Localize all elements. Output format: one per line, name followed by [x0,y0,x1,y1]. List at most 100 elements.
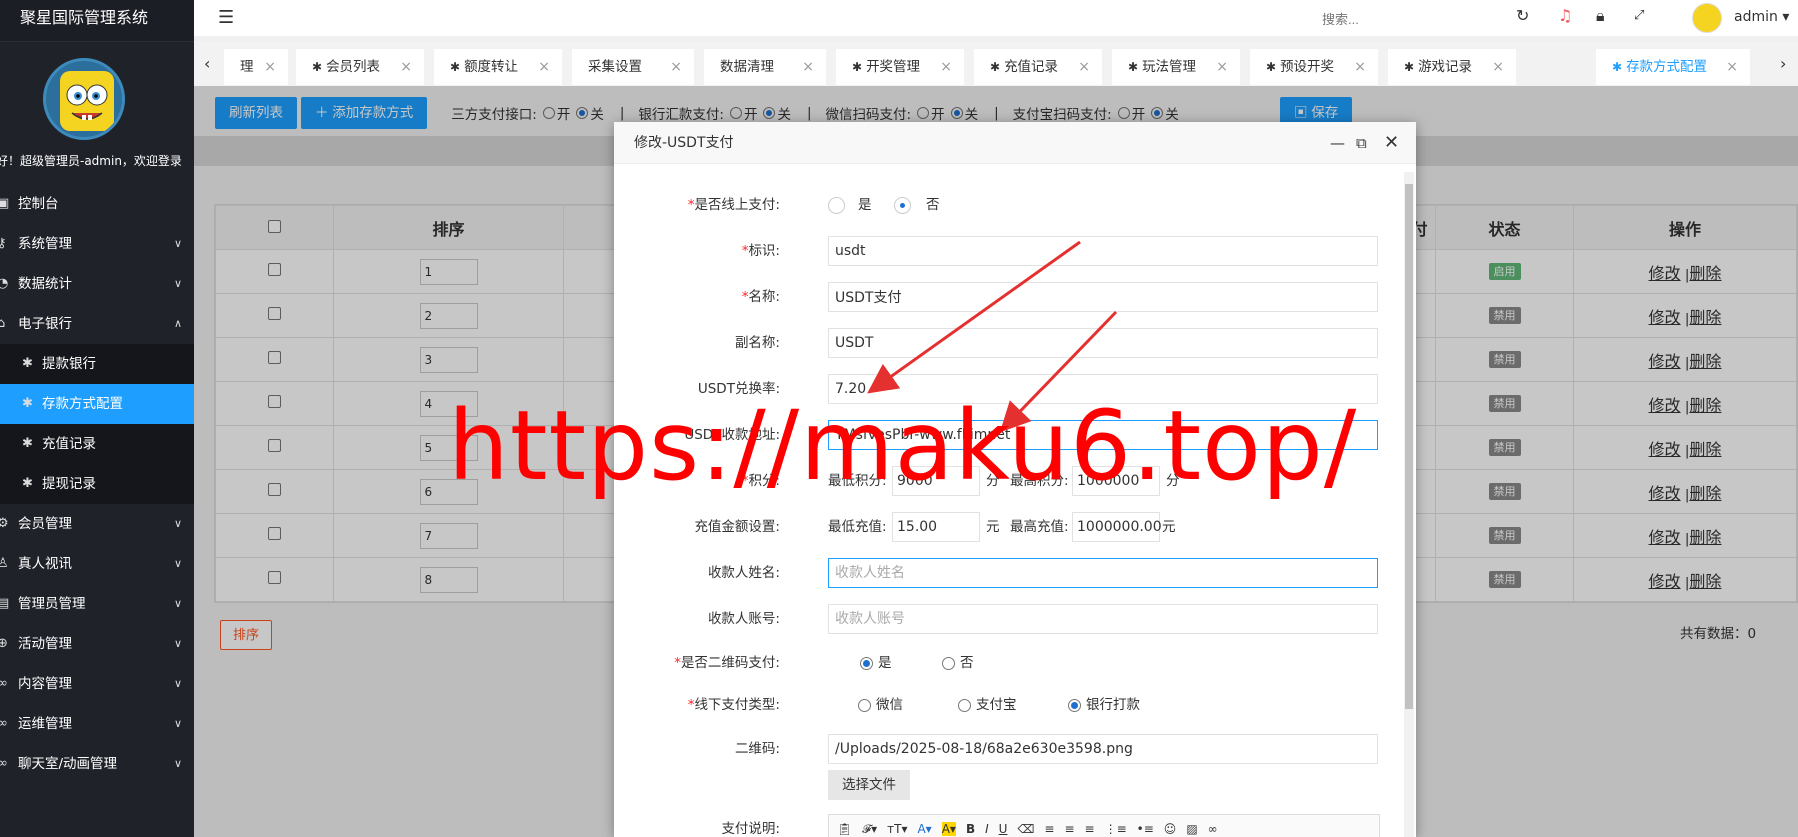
sidebar-item-deposit-config[interactable]: ✱ 存款方式配置 [0,384,194,424]
unordered-list-icon[interactable]: •≡ [1137,822,1154,836]
search-input[interactable] [1322,9,1492,29]
sidebar-item-chatroom[interactable]: ∞ 聊天室/动画管理 ∨ [0,744,194,784]
palm-icon: ✱ [1128,60,1139,74]
row-offline-type: *线下支付类型: 微信 支付宝 银行打款 [687,697,1140,713]
avatar[interactable] [43,58,125,140]
choose-file-button[interactable]: 选择文件 [828,770,910,800]
sidebar-item-withdraw-bank[interactable]: ✱ 提款银行 [0,344,194,384]
emoji-icon[interactable]: ☺ [1164,822,1177,836]
sidebar-item-recharge-records[interactable]: ✱ 充值记录 [0,424,194,464]
row-payee-name: 收款人姓名: [614,558,1400,590]
close-icon[interactable]: × [400,49,412,85]
payee-account-input[interactable] [828,604,1378,634]
link-icon: ∞ [0,676,8,691]
tab-item[interactable]: 理 × [224,49,288,85]
align-right-icon[interactable]: ≡ [1085,822,1095,836]
close-icon[interactable]: × [264,49,276,85]
bold-icon[interactable]: B [966,822,975,836]
tab-scroll-left-icon[interactable]: ‹ [204,54,210,73]
user-menu[interactable]: admin ▾ [1734,9,1789,25]
tab-item[interactable]: 数据清理 × [704,49,826,85]
align-center-icon[interactable]: ≡ [1064,822,1074,836]
qrcode-path-input[interactable] [828,734,1378,764]
close-icon[interactable]: × [1726,49,1738,85]
close-icon[interactable]: × [1354,49,1366,85]
offline-alipay-radio[interactable] [958,699,971,712]
align-left-icon[interactable]: ≡ [1044,822,1054,836]
eraser-icon[interactable]: ⌫ [1017,822,1034,836]
sidebar-item-admins[interactable]: ▤ 管理员管理 ∨ [0,584,194,624]
modal-scrollbar[interactable] [1404,172,1414,837]
font-size-icon[interactable]: ᴛT▾ [887,822,907,836]
app-title: 聚星国际管理系统 [0,0,194,42]
sidebar-item-live-video[interactable]: ♙ 真人视讯 ∨ [0,544,194,584]
modal-header: 修改-USDT支付 — ⧉ ✕ [614,122,1416,164]
welcome-text: 好！超级管理员-admin，欢迎登录 [0,154,182,168]
link-icon[interactable]: ∞ [1208,822,1218,836]
watermark-text: https://maku6.top/ [448,390,1358,502]
close-icon[interactable]: × [538,49,550,85]
bell-icon[interactable]: ♫ [1558,6,1572,25]
qr-yes-radio[interactable] [860,657,873,670]
italic-icon[interactable]: I [985,822,989,836]
sidebar-item-members[interactable]: ⚙ 会员管理 ∨ [0,504,194,544]
scroll-thumb[interactable] [1405,184,1413,709]
identifier-input[interactable] [828,236,1378,266]
highlight-icon[interactable]: A▾ [941,822,956,836]
min-recharge-input[interactable]: 15.00 [892,512,980,542]
sidebar-item-withdraw-records[interactable]: ✱ 提现记录 [0,464,194,504]
tab-item[interactable]: ✱ 充值记录 × [974,49,1102,85]
sidebar-item-ebank[interactable]: ⌂ 电子银行 ∧ [0,304,194,344]
online-no-radio[interactable] [894,197,911,214]
close-icon[interactable]: × [1492,49,1504,85]
offline-wechat-radio[interactable] [858,699,871,712]
offline-bank-radio[interactable] [1068,699,1081,712]
font-family-icon[interactable]: 𝓕▾ [862,822,877,837]
close-icon[interactable]: × [1216,49,1228,85]
maximize-icon[interactable]: ⧉ [1356,122,1367,164]
palm-icon: ✱ [852,60,863,74]
tab-item[interactable]: ✱ 开奖管理 × [836,49,964,85]
tab-item[interactable]: ✱ 玩法管理 × [1112,49,1240,85]
tab-item-active[interactable]: ✱ 存款方式配置 × [1596,49,1750,85]
user-avatar[interactable] [1692,3,1722,33]
close-icon[interactable]: × [670,49,682,85]
image-icon[interactable]: ▨ [1186,822,1197,836]
name-input[interactable] [828,282,1378,312]
monitor-icon: ▣ [0,196,10,211]
row-online-pay: *是否线上支付: 是 否 [687,197,940,214]
sidebar-item-activities[interactable]: ⊕ 活动管理 ∨ [0,624,194,664]
fullscreen-icon[interactable]: ⤢ [1634,8,1644,23]
tab-item[interactable]: ✱ 额度转让 × [434,49,562,85]
online-yes-radio[interactable] [828,197,845,214]
menu-toggle-icon[interactable]: ☰ [218,7,234,28]
max-recharge-input[interactable]: 1000000.00 [1072,512,1162,542]
ordered-list-icon[interactable]: ⋮≡ [1105,822,1127,836]
close-icon[interactable]: × [802,49,814,85]
refresh-icon[interactable]: ↻ [1516,6,1529,25]
tab-item[interactable]: ✱ 游戏记录 × [1388,49,1516,85]
row-recharge: 充值金额设置: 最低充值: 15.00 元 最高充值: 1000000.00 元 [614,512,1400,544]
sidebar-item-ops[interactable]: ∞ 运维管理 ∨ [0,704,194,744]
sidebar-item-dashboard[interactable]: ▣ 控制台 [0,184,194,224]
tab-item[interactable]: ✱ 预设开奖 × [1250,49,1378,85]
tab-scroll-right-icon[interactable]: › [1780,54,1786,73]
minimize-icon[interactable]: — [1330,122,1345,164]
close-icon[interactable]: × [940,49,952,85]
paste-icon[interactable]: 📋︎ [837,822,852,836]
tab-item[interactable]: 采集设置 × [572,49,694,85]
sidebar-item-content[interactable]: ∞ 内容管理 ∨ [0,664,194,704]
font-color-icon[interactable]: A▾ [917,822,931,836]
qr-no-radio[interactable] [942,657,955,670]
sidebar-item-stats[interactable]: ◔ 数据统计 ∨ [0,264,194,304]
close-icon[interactable]: ✕ [1384,122,1399,164]
close-icon[interactable]: × [1078,49,1090,85]
tab-item[interactable]: ✱ 会员列表 × [296,49,424,85]
chevron-down-icon: ∨ [173,637,182,650]
alias-input[interactable] [828,328,1378,358]
underline-icon[interactable]: U [999,822,1008,836]
palm-icon: ✱ [22,356,33,371]
payee-name-input[interactable] [828,558,1378,588]
lock-icon[interactable]: 🔒︎ [1596,6,1605,26]
sidebar-item-system[interactable]: ⚷ 系统管理 ∨ [0,224,194,264]
